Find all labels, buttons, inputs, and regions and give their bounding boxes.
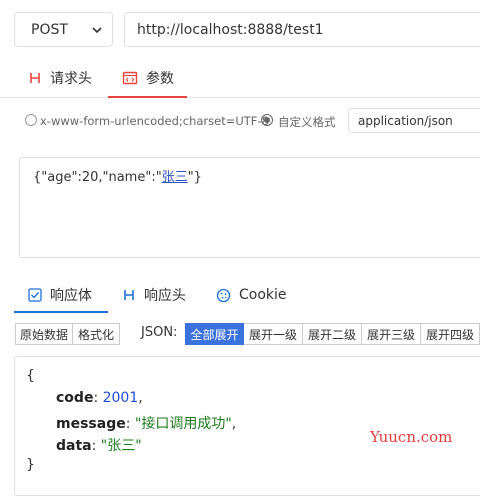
expand-level2-button[interactable]: 展开二级 [303,323,362,345]
json-value: 2001 [102,390,139,406]
tab-params[interactable]: 参数 [122,58,174,98]
tab-params-label: 参数 [146,71,174,87]
tab-response-headers-label: 响应头 [144,288,186,304]
radio-urlencoded[interactable] [25,114,37,126]
json-close-brace: } [26,457,35,473]
json-key: message [56,416,126,432]
content-type-value: application/json [358,113,453,128]
url-input[interactable]: http://localhost:8888/test1 [124,12,480,47]
json-field-message: message: "接口调用成功", [56,416,237,432]
chevron-down-icon [92,27,102,34]
content-type-input[interactable]: application/json [348,108,480,133]
watermark: Yuucn.com [370,428,453,446]
tab-cookie-label: Cookie [239,287,287,303]
tab-response-body[interactable]: 响应体 [28,275,92,315]
tab-request-headers-label: 请求头 [50,71,92,87]
json-key: code [56,390,94,406]
option-urlencoded-label: x-www-form-urlencoded;charset=UTF-8 [40,114,269,128]
json-comma: , [231,416,237,432]
json-value: "接口调用成功" [134,416,232,432]
json-value: "张三" [100,438,142,454]
tab-response-headers[interactable]: 响应头 [122,275,186,315]
active-response-tab-indicator [14,311,108,313]
tab-response-body-label: 响应体 [50,288,92,304]
checkbox-icon [28,288,42,302]
code-doc-icon [122,71,138,85]
request-tabs: 请求头 参数 [0,58,480,98]
format-button[interactable]: 格式化 [73,323,120,345]
json-field-data: data: "张三" [56,438,142,454]
body-prefix: {"age":20,"name":" [33,170,162,185]
json-comma: , [138,390,143,406]
json-field-code: code: 2001, [56,390,143,406]
tab-request-headers[interactable]: 请求头 [28,58,92,98]
body-suffix: "} [187,170,202,185]
response-tabs: 响应体 响应头 Cookie [0,275,480,313]
method-select[interactable]: POST [14,12,113,47]
header-h-icon [124,290,134,300]
expand-level3-button[interactable]: 展开三级 [362,323,421,345]
expand-all-button[interactable]: 全部展开 [185,323,244,345]
expand-level4-button[interactable]: 展开四级 [421,323,480,345]
json-key: data [56,438,92,454]
raw-data-button[interactable]: 原始数据 [15,323,73,345]
tab-cookie[interactable]: Cookie [216,275,287,315]
active-tab-indicator [108,96,187,98]
option-custom-label: 自定义格式 [278,115,336,129]
expand-level1-button[interactable]: 展开一级 [244,323,303,345]
json-label: JSON: [141,325,178,340]
header-h-icon [30,73,40,83]
cookie-icon [216,288,231,302]
json-open-brace: { [26,368,35,384]
radio-custom-format[interactable] [261,114,273,126]
body-text: {"age":20,"name":"张三"} [33,166,202,185]
method-value: POST [31,21,68,38]
url-value: http://localhost:8888/test1 [137,21,324,38]
body-link-text: 张三 [161,170,188,185]
